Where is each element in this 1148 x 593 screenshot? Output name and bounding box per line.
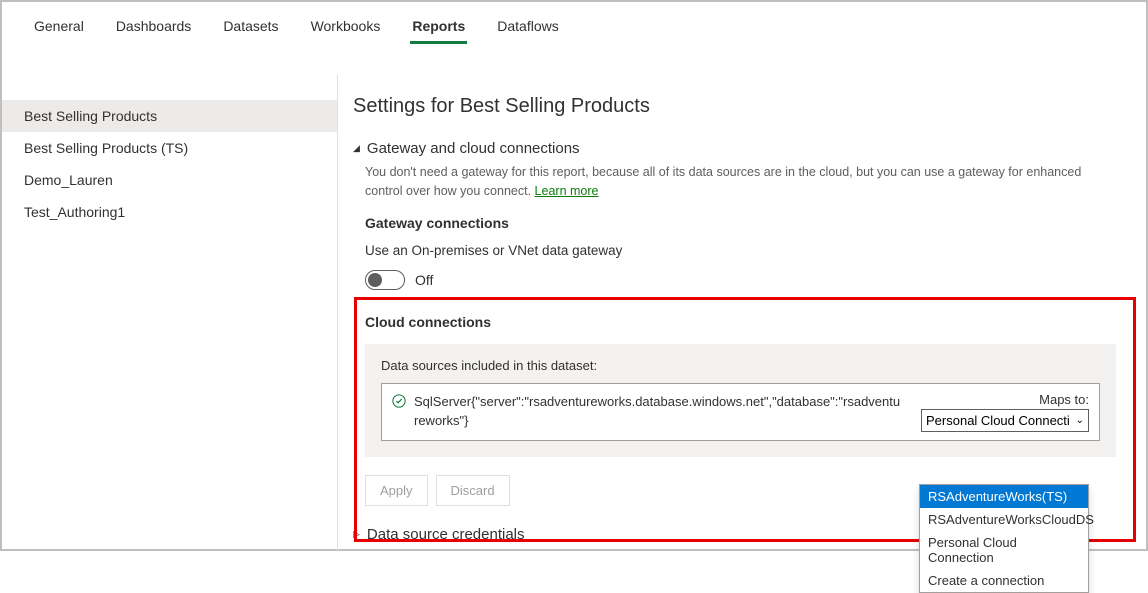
caret-down-icon: ◢ bbox=[353, 143, 360, 154]
tab-general[interactable]: General bbox=[32, 12, 86, 44]
datasources-label: Data sources included in this dataset: bbox=[381, 358, 1100, 373]
gateway-description: You don't need a gateway for this report… bbox=[353, 163, 1116, 201]
cloud-connections-title: Cloud connections bbox=[365, 314, 1116, 330]
report-list-sidebar: Best Selling Products Best Selling Produ… bbox=[2, 45, 337, 552]
maps-to-value: Personal Cloud Connecti bbox=[926, 413, 1070, 428]
discard-button[interactable]: Discard bbox=[436, 475, 510, 506]
gateway-section-header[interactable]: ◢ Gateway and cloud connections bbox=[353, 140, 1116, 157]
tab-workbooks[interactable]: Workbooks bbox=[309, 12, 383, 44]
gateway-connections-desc: Use an On-premises or VNet data gateway bbox=[353, 243, 1116, 258]
credentials-section-title: Data source credentials bbox=[367, 526, 525, 543]
dropdown-option-create-connection[interactable]: Create a connection bbox=[920, 569, 1088, 592]
chevron-down-icon: ⌄ bbox=[1076, 415, 1084, 426]
sidebar-item-demo-lauren[interactable]: Demo_Lauren bbox=[2, 164, 337, 196]
tab-dataflows[interactable]: Dataflows bbox=[495, 12, 560, 44]
datasource-text: SqlServer{"server":"rsadventureworks.dat… bbox=[414, 392, 913, 431]
maps-to-select[interactable]: Personal Cloud Connecti ⌄ bbox=[921, 409, 1089, 432]
maps-to-label: Maps to: bbox=[1039, 392, 1089, 407]
gateway-connections-title: Gateway connections bbox=[353, 215, 1116, 231]
sidebar-item-test-authoring1[interactable]: Test_Authoring1 bbox=[2, 196, 337, 228]
dropdown-option-rsadventureworks-clouds[interactable]: RSAdventureWorksCloudDS bbox=[920, 508, 1088, 531]
gateway-section-title: Gateway and cloud connections bbox=[367, 140, 580, 157]
gateway-toggle[interactable] bbox=[365, 270, 405, 290]
page-title: Settings for Best Selling Products bbox=[353, 95, 1116, 118]
sidebar-item-best-selling-products[interactable]: Best Selling Products bbox=[2, 100, 337, 132]
learn-more-link[interactable]: Learn more bbox=[535, 184, 599, 198]
datasource-row: SqlServer{"server":"rsadventureworks.dat… bbox=[381, 383, 1100, 441]
sidebar-item-best-selling-products-ts[interactable]: Best Selling Products (TS) bbox=[2, 132, 337, 164]
tab-reports[interactable]: Reports bbox=[410, 12, 467, 44]
check-circle-icon bbox=[392, 394, 406, 413]
main-panel: Settings for Best Selling Products ◢ Gat… bbox=[337, 75, 1146, 552]
toggle-knob-icon bbox=[368, 273, 382, 287]
caret-right-icon: ▷ bbox=[353, 529, 360, 540]
maps-to-dropdown: RSAdventureWorks(TS) RSAdventureWorksClo… bbox=[919, 484, 1089, 593]
apply-button[interactable]: Apply bbox=[365, 475, 428, 506]
cloud-connections-box: Data sources included in this dataset: S… bbox=[365, 344, 1116, 457]
tab-datasets[interactable]: Datasets bbox=[221, 12, 280, 44]
main-tabs: General Dashboards Datasets Workbooks Re… bbox=[2, 2, 1146, 45]
tab-dashboards[interactable]: Dashboards bbox=[114, 12, 194, 44]
dropdown-option-personal-cloud[interactable]: Personal Cloud Connection bbox=[920, 531, 1088, 569]
gateway-toggle-label: Off bbox=[415, 272, 433, 288]
dropdown-option-rsadventureworks-ts[interactable]: RSAdventureWorks(TS) bbox=[920, 485, 1088, 508]
